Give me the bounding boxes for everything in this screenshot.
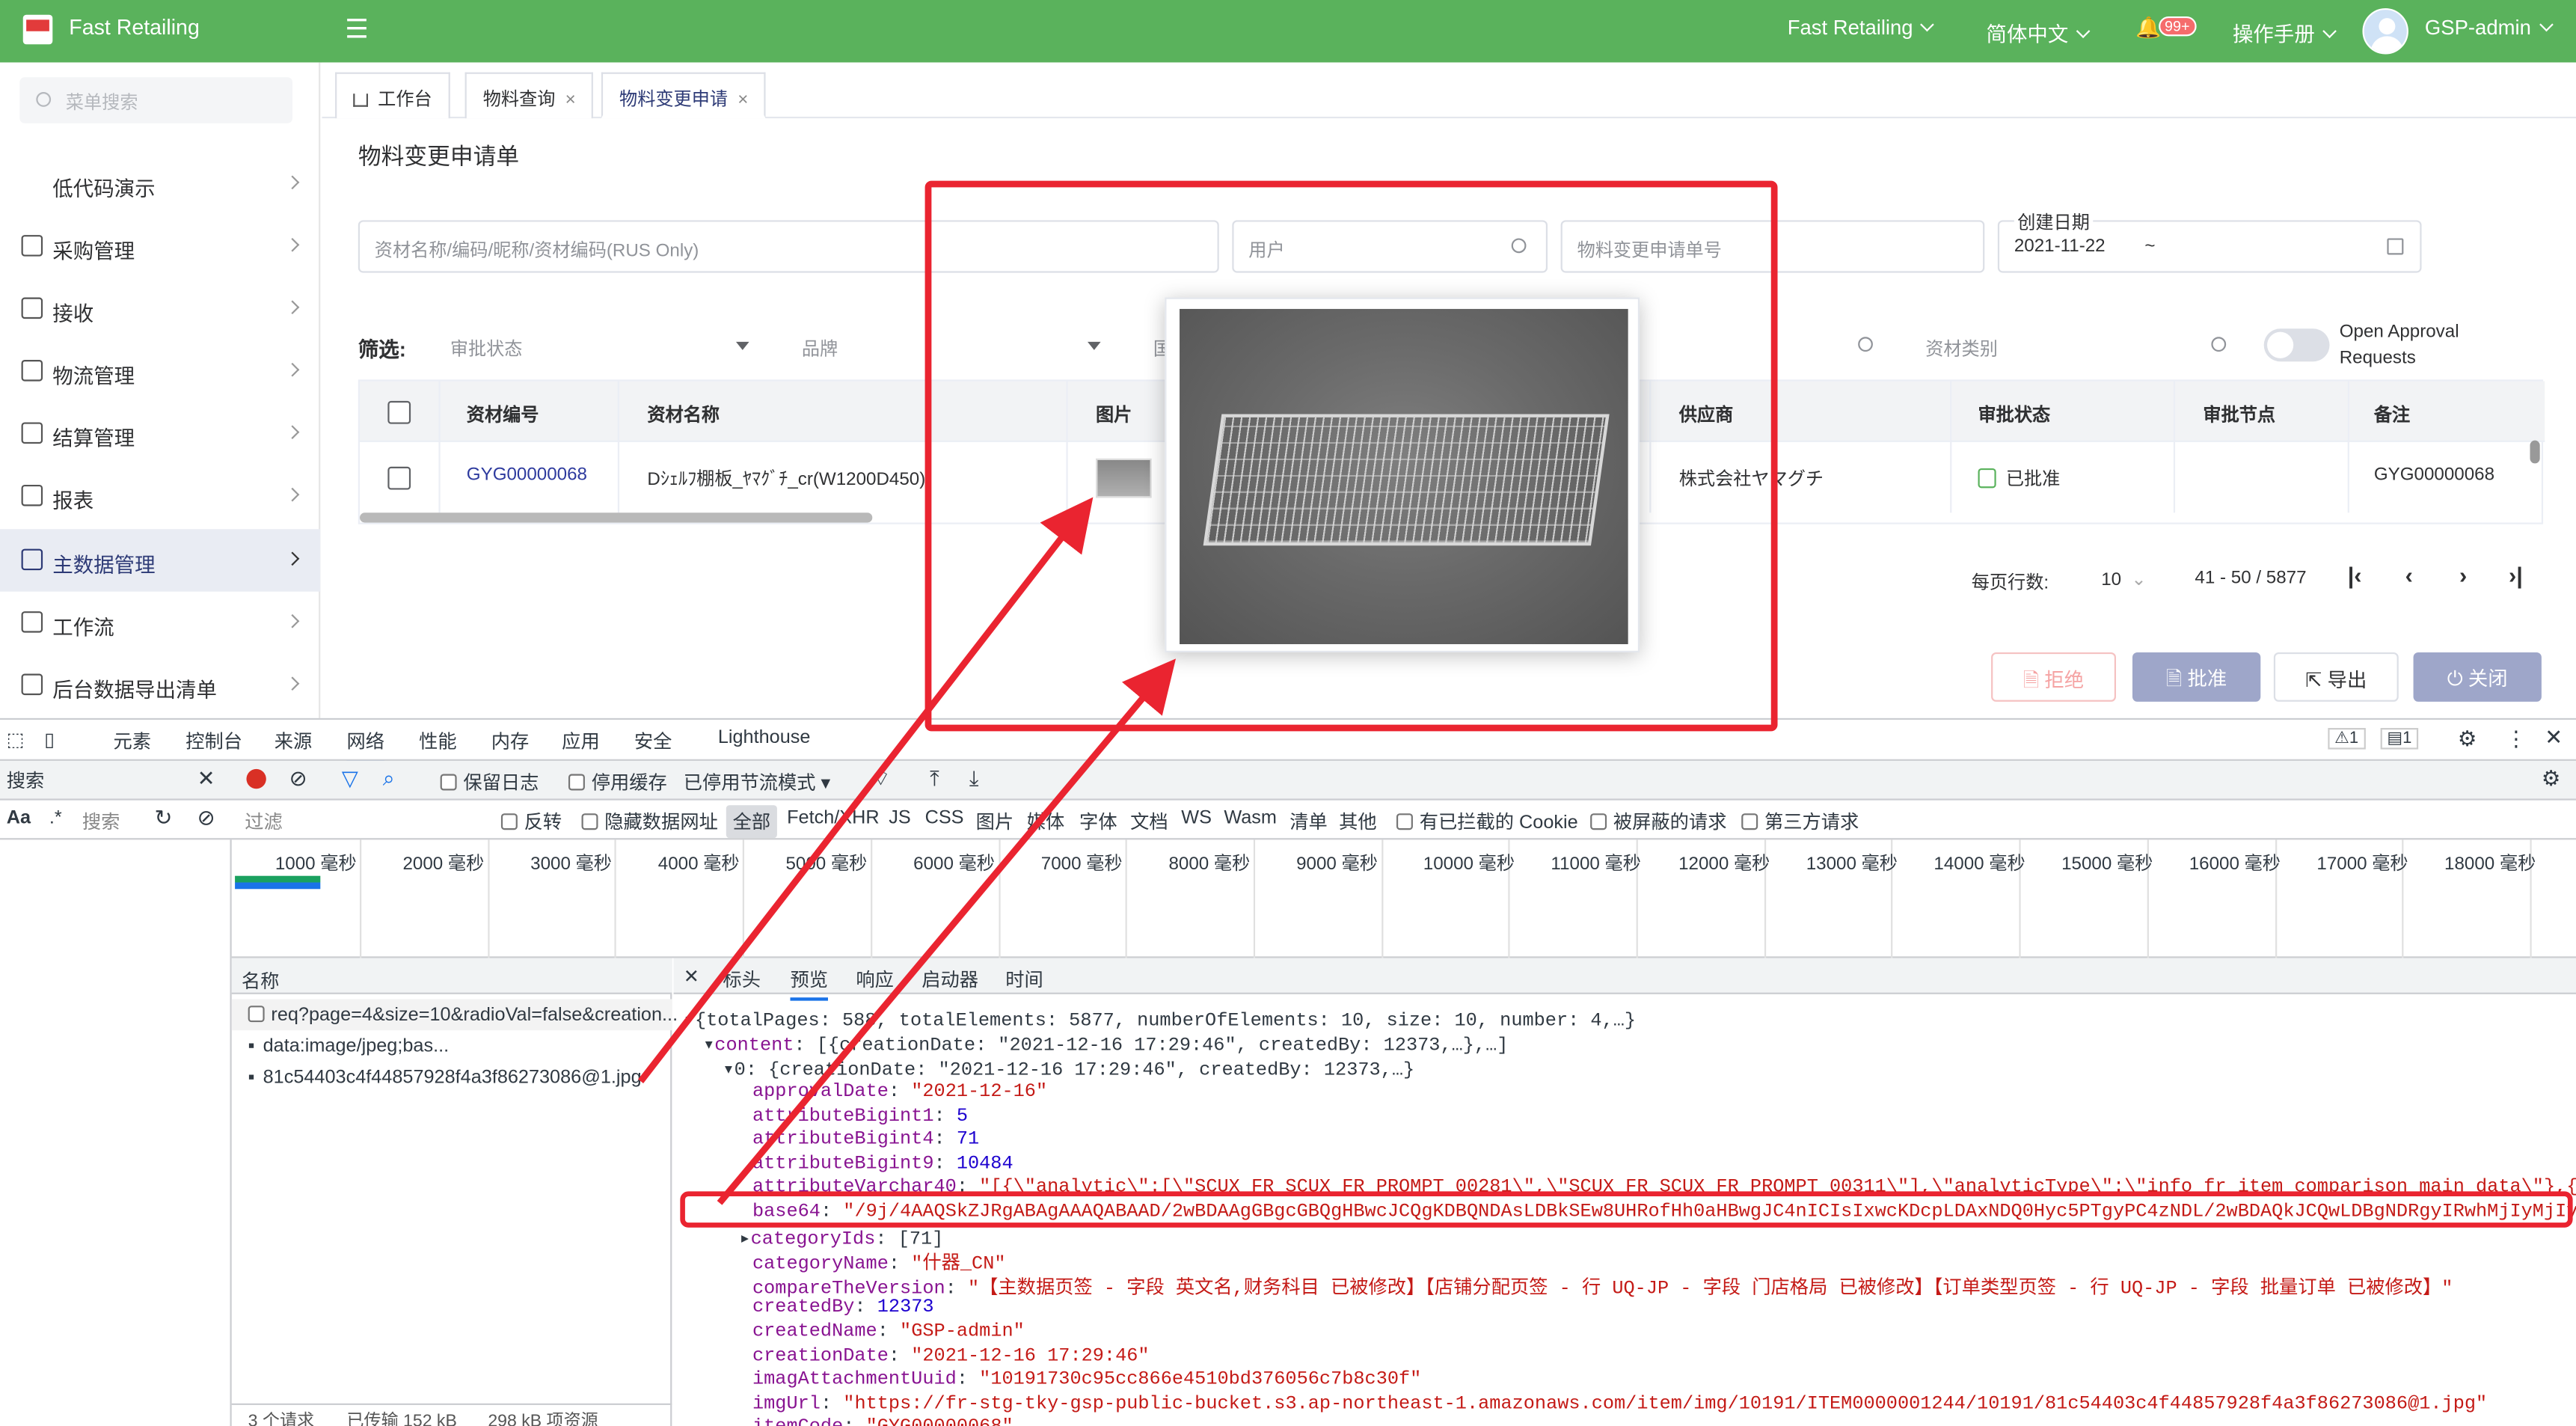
arrow-request-to-thumbnail	[638, 497, 1094, 1083]
annotation-arrows	[638, 497, 1177, 1205]
arrow-base64-to-preview	[717, 658, 1177, 1205]
date-range-label: 创建日期	[2014, 208, 2094, 236]
